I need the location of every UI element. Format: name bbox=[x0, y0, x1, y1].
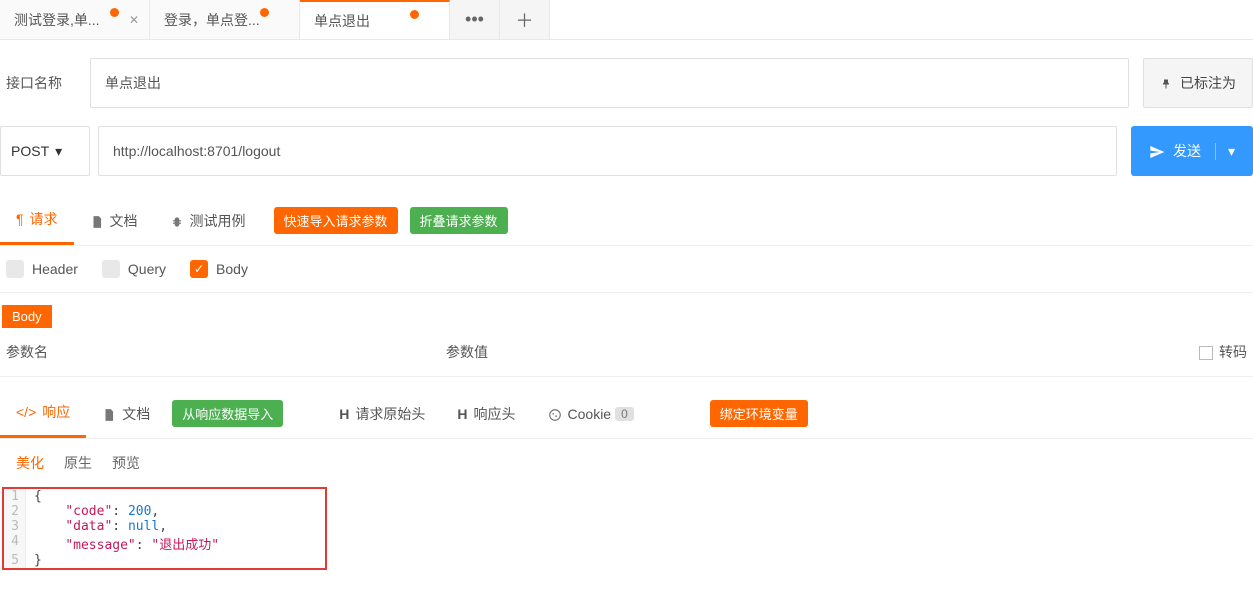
send-icon bbox=[1149, 142, 1165, 159]
send-button[interactable]: 发送 ▾ bbox=[1131, 126, 1253, 176]
resp-response-label: 响应 bbox=[42, 402, 70, 422]
header-label: Header bbox=[32, 261, 78, 277]
header-checkbox[interactable] bbox=[6, 260, 24, 278]
marked-button[interactable]: 已标注为 bbox=[1143, 58, 1253, 108]
tab-label: 测试登录,单... bbox=[14, 10, 100, 30]
resp-tab-resp-header[interactable]: H 响应头 bbox=[441, 389, 531, 438]
body-label: Body bbox=[216, 261, 248, 277]
subnav-test[interactable]: 测试用例 bbox=[154, 196, 262, 245]
encode-label: 转码 bbox=[1219, 344, 1247, 360]
subnav-doc-label: 文档 bbox=[110, 211, 138, 231]
resp-header-label: 响应头 bbox=[474, 404, 516, 424]
subnav-test-label: 测试用例 bbox=[190, 211, 246, 231]
line-number: 4 bbox=[4, 534, 26, 553]
resp-tab-cookie[interactable]: Cookie 0 bbox=[532, 389, 650, 438]
heading-icon: H bbox=[339, 406, 349, 422]
heading-icon: H bbox=[457, 406, 467, 422]
query-label: Query bbox=[128, 261, 166, 277]
interface-name-input[interactable]: 单点退出 bbox=[90, 58, 1129, 108]
interface-name-label: 接口名称 bbox=[0, 58, 90, 108]
request-line-row: POST ▾ http://localhost:8701/logout 发送 ▾ bbox=[0, 126, 1253, 176]
param-encode-header: 转码 bbox=[1187, 342, 1247, 362]
caret-down-icon[interactable]: ▾ bbox=[1215, 143, 1235, 160]
url-value: http://localhost:8701/logout bbox=[113, 143, 280, 159]
tab-0[interactable]: 测试登录,单... ✕ bbox=[0, 0, 150, 39]
cookie-icon bbox=[548, 405, 562, 421]
collapse-params-button[interactable]: 折叠请求参数 bbox=[410, 207, 508, 234]
pin-icon bbox=[1160, 75, 1172, 91]
body-section-tag: Body bbox=[2, 305, 52, 328]
http-method-value: POST bbox=[11, 143, 49, 159]
resp-tab-req-raw-header[interactable]: H 请求原始头 bbox=[323, 389, 441, 438]
view-mode-pretty[interactable]: 美化 bbox=[6, 449, 54, 477]
interface-name-value: 单点退出 bbox=[105, 73, 161, 93]
document-icon bbox=[102, 405, 116, 421]
param-value-header: 参数值 bbox=[446, 342, 1187, 362]
body-checkbox[interactable]: ✓ bbox=[190, 260, 208, 278]
modified-dot-icon bbox=[110, 8, 119, 17]
import-from-response-label: 从响应数据导入 bbox=[182, 404, 273, 423]
tab-label: 单点退出 bbox=[314, 11, 370, 31]
req-raw-header-label: 请求原始头 bbox=[355, 404, 425, 424]
code-line-5: } bbox=[26, 553, 50, 568]
paragraph-icon: ¶ bbox=[16, 211, 24, 227]
close-icon[interactable]: ✕ bbox=[129, 13, 139, 27]
query-checkbox[interactable] bbox=[102, 260, 120, 278]
response-subnav: </> 响应 文档 从响应数据导入 H 请求原始头 H 响应头 Cookie 0… bbox=[0, 389, 1253, 439]
tab-more-button[interactable]: ••• bbox=[450, 0, 500, 39]
subnav-request-label: 请求 bbox=[30, 209, 58, 229]
subnav-request[interactable]: ¶ 请求 bbox=[0, 196, 74, 245]
view-mode-tabs: 美化 原生 预览 bbox=[0, 439, 1253, 487]
plus-icon: ＋ bbox=[516, 7, 534, 33]
tab-add-button[interactable]: ＋ bbox=[500, 0, 550, 39]
param-name-header: 参数名 bbox=[6, 342, 446, 362]
code-icon: </> bbox=[16, 404, 36, 420]
code-line-4: "message": "退出成功" bbox=[26, 534, 227, 553]
params-header-row: 参数名 参数值 转码 bbox=[0, 328, 1253, 377]
bug-icon bbox=[170, 212, 184, 228]
fast-import-button[interactable]: 快速导入请求参数 bbox=[274, 207, 398, 234]
send-label: 发送 bbox=[1173, 141, 1201, 161]
tab-2[interactable]: 单点退出 bbox=[300, 0, 450, 39]
fast-import-label: 快速导入请求参数 bbox=[284, 211, 388, 230]
cookie-count-badge: 0 bbox=[615, 407, 634, 421]
code-line-3: "data": null, bbox=[26, 519, 175, 534]
line-number: 1 bbox=[4, 489, 26, 504]
ellipsis-icon: ••• bbox=[465, 9, 484, 30]
marked-label: 已标注为 bbox=[1180, 73, 1236, 93]
code-line-1: { bbox=[26, 489, 50, 504]
param-type-row: Header Query ✓ Body bbox=[0, 246, 1253, 293]
top-tabs: 测试登录,单... ✕ 登录，单点登... 单点退出 ••• ＋ bbox=[0, 0, 1253, 40]
resp-tab-response[interactable]: </> 响应 bbox=[0, 389, 86, 438]
line-number: 3 bbox=[4, 519, 26, 534]
caret-down-icon: ▾ bbox=[55, 143, 62, 160]
resp-tab-doc[interactable]: 文档 bbox=[86, 389, 166, 438]
view-mode-raw[interactable]: 原生 bbox=[54, 449, 102, 477]
view-mode-preview[interactable]: 预览 bbox=[102, 449, 150, 477]
http-method-select[interactable]: POST ▾ bbox=[0, 126, 90, 176]
line-number: 2 bbox=[4, 504, 26, 519]
tab-label: 登录，单点登... bbox=[164, 10, 260, 30]
collapse-params-label: 折叠请求参数 bbox=[420, 211, 498, 230]
bind-env-label: 绑定环境变量 bbox=[720, 404, 798, 423]
interface-name-row: 接口名称 单点退出 已标注为 bbox=[0, 58, 1253, 108]
subnav-doc[interactable]: 文档 bbox=[74, 196, 154, 245]
line-number: 5 bbox=[4, 553, 26, 568]
request-subnav: ¶ 请求 文档 测试用例 快速导入请求参数 折叠请求参数 bbox=[0, 196, 1253, 246]
tab-1[interactable]: 登录，单点登... bbox=[150, 0, 300, 39]
bind-env-button[interactable]: 绑定环境变量 bbox=[710, 400, 808, 427]
url-input[interactable]: http://localhost:8701/logout bbox=[98, 126, 1117, 176]
import-from-response-button[interactable]: 从响应数据导入 bbox=[172, 400, 283, 427]
code-line-2: "code": 200, bbox=[26, 504, 167, 519]
modified-dot-icon bbox=[410, 10, 419, 19]
response-body-code[interactable]: 1 { 2 "code": 200, 3 "data": null, 4 "me… bbox=[2, 487, 327, 570]
modified-dot-icon bbox=[260, 8, 269, 17]
cookie-label: Cookie bbox=[568, 406, 612, 422]
resp-doc-label: 文档 bbox=[122, 404, 150, 424]
encode-checkbox[interactable] bbox=[1199, 346, 1213, 360]
document-icon bbox=[90, 212, 104, 228]
